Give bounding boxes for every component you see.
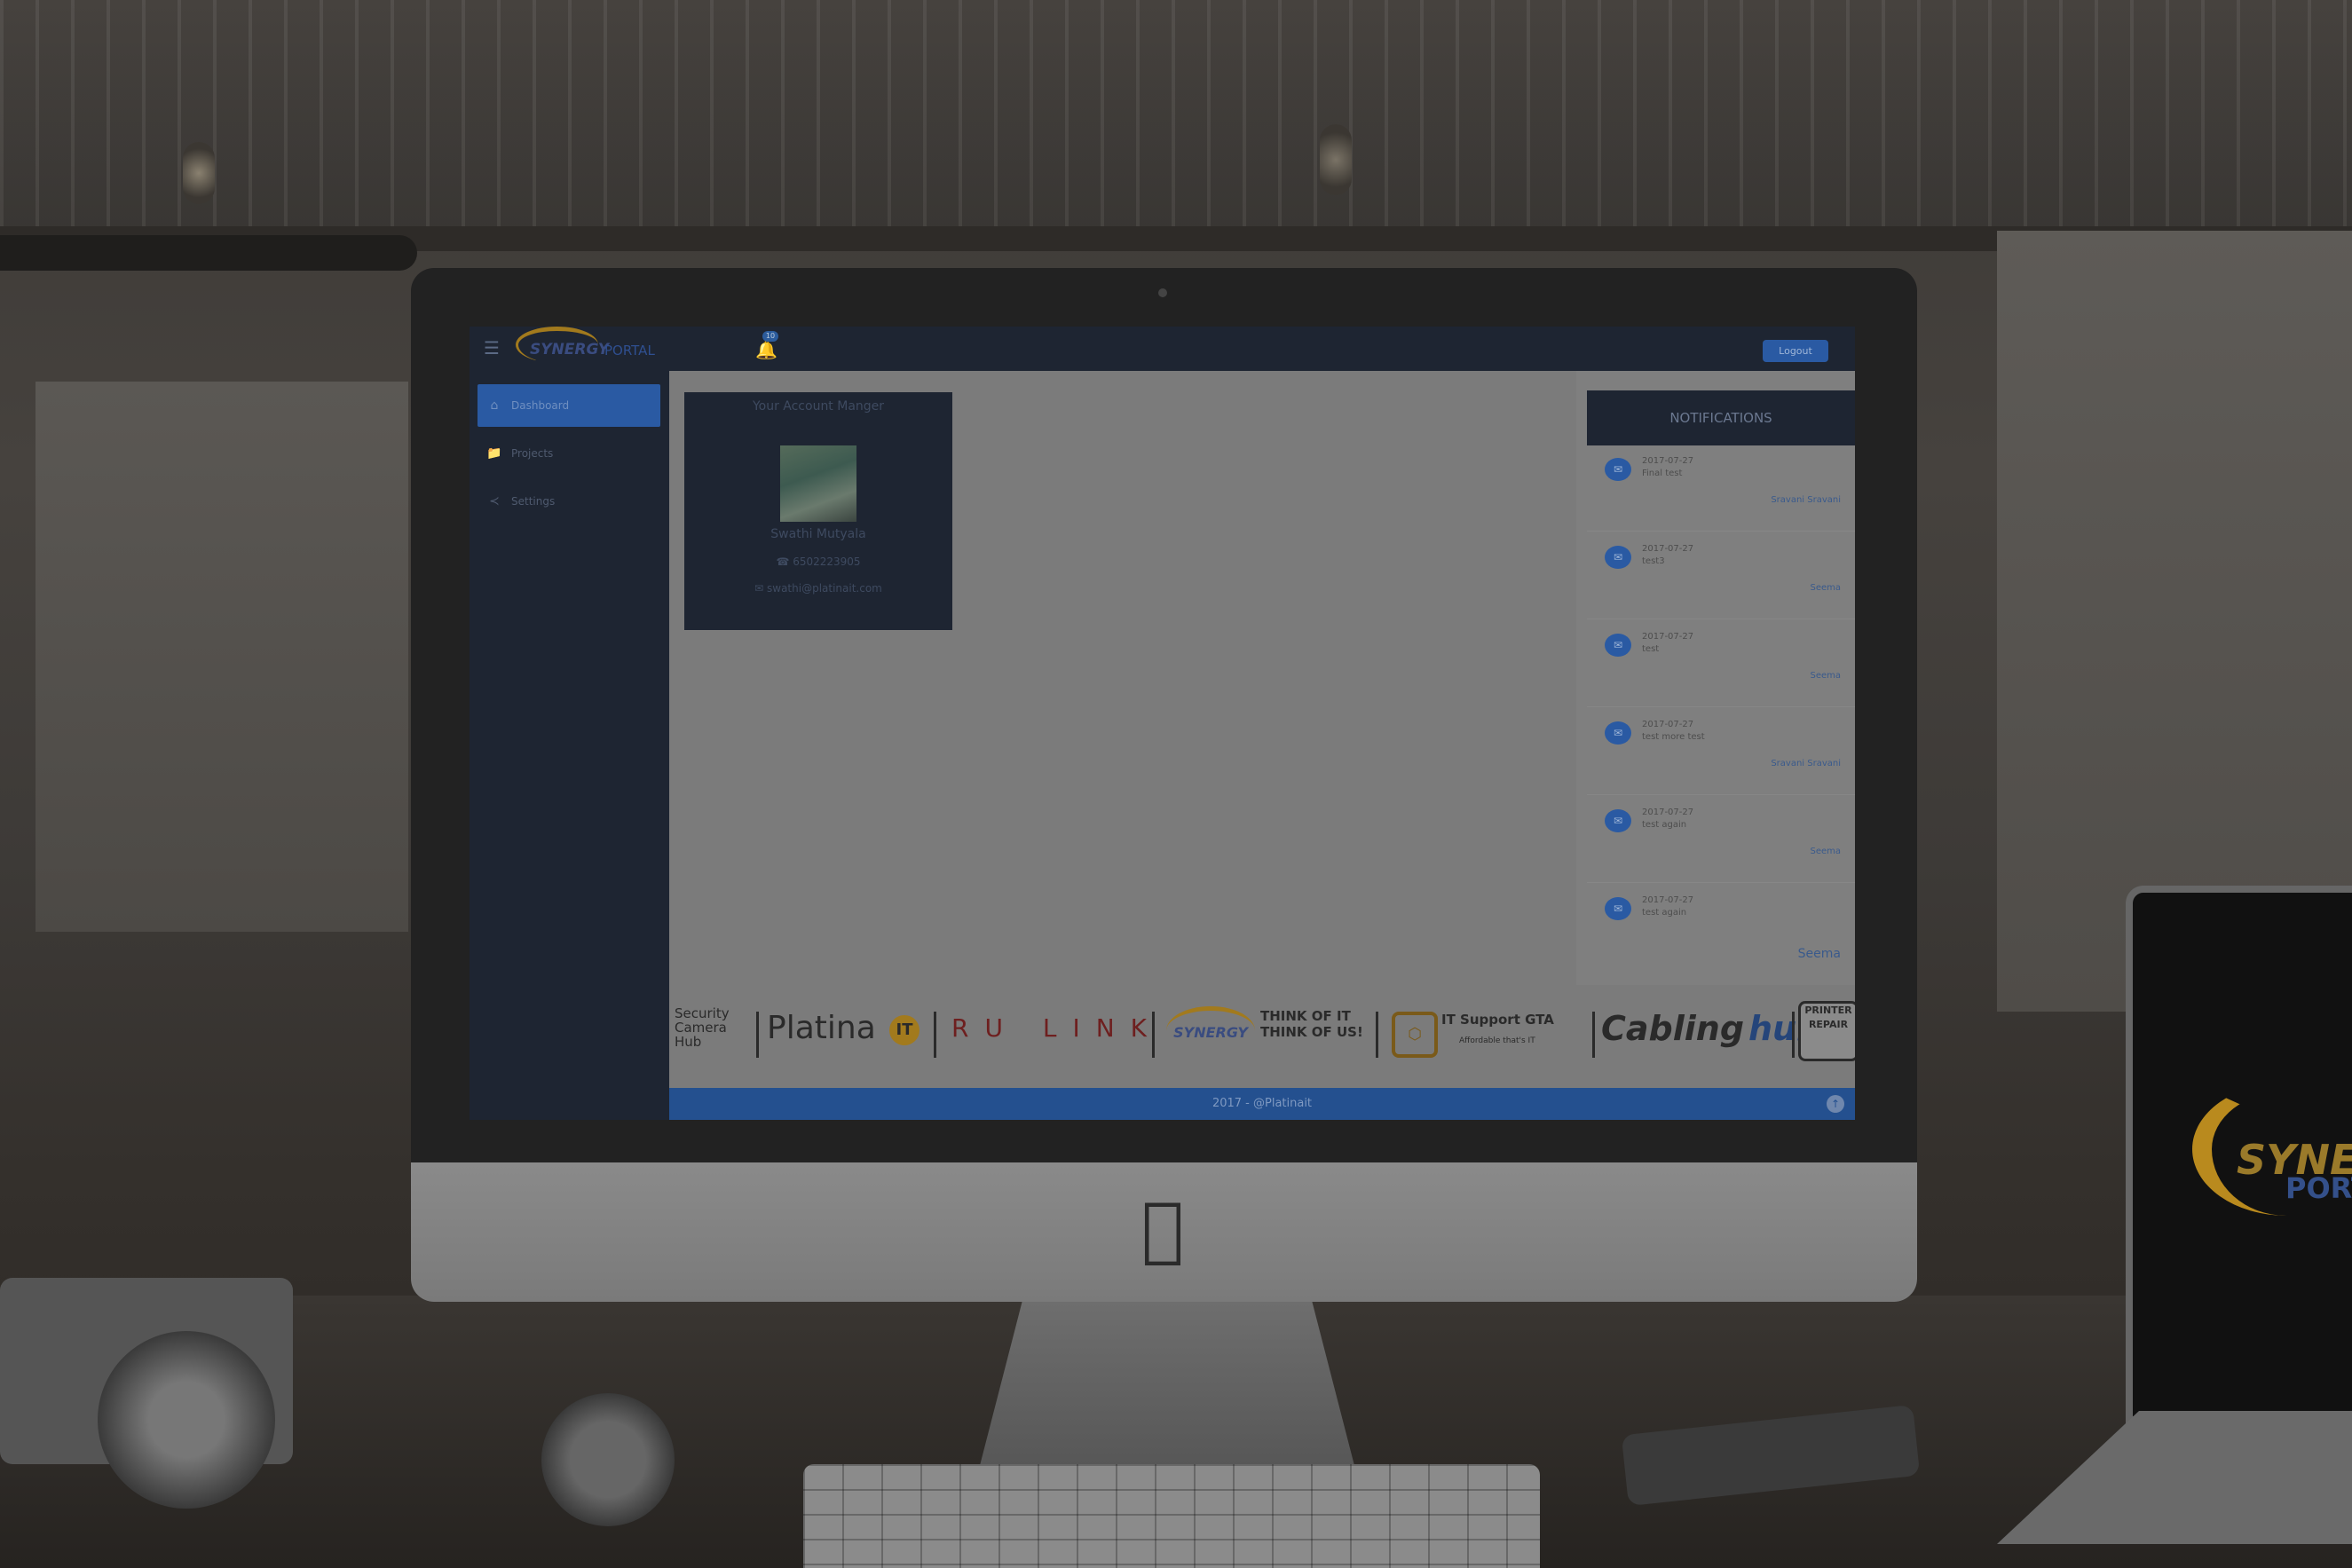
hamburger-menu-icon[interactable]: ☰ [484,339,501,357]
share-icon: ≺ [489,494,500,508]
notification-date: 2017-07-27 [1642,632,1694,642]
camera-lens [98,1331,275,1509]
notification-item[interactable]: ✉ 2017-07-27 test again Seema [1587,885,1855,970]
hexagon-logo-icon: ⬡ [1392,1012,1438,1058]
sidebar-item-label: Dashboard [511,399,570,412]
notification-date: 2017-07-27 [1642,456,1694,466]
brand-rulink[interactable]: RU LINK [951,985,1163,1072]
brand-divider [1592,1012,1595,1058]
account-manager-title: Your Account Manger [752,399,885,414]
comment-icon: ✉ [1605,634,1631,657]
brand-platina-badge: IT [889,1015,919,1045]
account-manager-avatar [780,445,856,522]
partner-brands-bar: Security Camera Hub Platina IT RU LINK S… [669,985,1855,1072]
sidebar-item-projects[interactable]: 📁 Projects [478,432,660,475]
pendant-lamp [183,142,215,204]
notification-author: Seema [1797,947,1841,961]
brand-printer-repair[interactable]: PRINTER REPAIR [1798,1001,1855,1061]
brand-platina[interactable]: Platina [767,985,876,1072]
comment-icon: ✉ [1605,546,1631,569]
comment-icon: ✉ [1605,458,1631,481]
notification-author: Sravani Sravani [1771,759,1841,768]
notification-item[interactable]: ✉ 2017-07-27 Final test Sravani Sravani [1587,445,1855,532]
notification-item[interactable]: ✉ 2017-07-27 test more test Sravani Srav… [1587,709,1855,795]
hanging-light [0,235,417,271]
notification-text: test [1642,644,1660,654]
brand-think-of-it: THINK OF IT THINK OF US! [1260,1008,1363,1040]
brand-divider [756,1012,759,1058]
top-navbar: ☰ SYNERGY PORTAL 🔔 10 Logout [470,327,1855,371]
brand-synergy[interactable]: SYNERGY [1166,1006,1255,1055]
imac-stand [976,1302,1358,1479]
webcam [1158,288,1167,297]
notification-author: Seema [1810,583,1841,593]
brand-divider [1376,1012,1378,1058]
main-content: Your Account Manger Swathi Mutyala ☎ 650… [669,371,1855,1072]
scroll-up-icon[interactable]: ↑ [1827,1095,1844,1113]
notification-text: test again [1642,908,1687,918]
notification-item[interactable]: ✉ 2017-07-27 test again Seema [1587,797,1855,883]
notification-author: Sravani Sravani [1771,495,1841,505]
laptop-logo-sub: PORT [2285,1171,2352,1205]
account-manager-phone[interactable]: ☎ 6502223905 [684,555,952,568]
account-manager-card: Your Account Manger Swathi Mutyala ☎ 650… [684,392,952,630]
notification-text: test more test [1642,732,1705,742]
notification-badge: 10 [762,331,778,342]
notification-date: 2017-07-27 [1642,720,1694,729]
notification-item[interactable]: ✉ 2017-07-27 test3 Seema [1587,533,1855,619]
notification-text: test again [1642,820,1687,830]
account-manager-email[interactable]: ✉ swathi@platinait.com [684,582,952,595]
brand-security-camera-hub[interactable]: Security Camera Hub [675,1006,754,1060]
notification-date: 2017-07-27 [1642,544,1694,554]
home-icon: ⌂ [490,398,499,413]
pendant-lamp [1320,124,1352,195]
notifications-heading: NOTIFICATIONS [1587,390,1855,445]
notification-author: Seema [1810,847,1841,856]
bell-icon[interactable]: 🔔 [755,339,777,360]
comment-icon: ✉ [1605,897,1631,920]
notification-text: Final test [1642,469,1683,478]
app-screen: ☰ SYNERGY PORTAL 🔔 10 Logout ⌂ Dashboard … [470,327,1855,1120]
account-manager-name: Swathi Mutyala [770,527,866,541]
brand-cabling[interactable]: Cabling [1601,985,1744,1072]
logo-subtext: PORTAL [604,343,655,359]
brand-divider [934,1012,936,1058]
footer: 2017 - @Platinait ↑ [669,1088,1855,1120]
wristwatch [541,1393,675,1526]
folder-icon: 📁 [486,446,502,461]
sidebar-item-label: Settings [511,495,556,508]
comment-icon: ✉ [1605,809,1631,832]
apple-logo-icon:  [1127,1189,1198,1269]
brand-divider [1792,1012,1795,1058]
sidebar-item-dashboard[interactable]: ⌂ Dashboard [478,384,660,427]
notification-date: 2017-07-27 [1642,808,1694,817]
keyboard [803,1464,1540,1568]
footer-copyright: 2017 - @Platinait [1212,1097,1313,1110]
sidebar-item-label: Projects [511,447,554,460]
notification-date: 2017-07-27 [1642,895,1694,905]
notifications-panel: NOTIFICATIONS ✉ 2017-07-27 Final test Sr… [1576,371,1855,1003]
notification-text: test3 [1642,556,1665,566]
sidebar: ⌂ Dashboard 📁 Projects ≺ Settings [470,371,669,1120]
sidebar-item-settings[interactable]: ≺ Settings [478,480,660,523]
notification-item[interactable]: ✉ 2017-07-27 test Seema [1587,621,1855,707]
logo-text[interactable]: SYNERGY [530,341,609,359]
notification-author: Seema [1810,671,1841,681]
comment-icon: ✉ [1605,721,1631,745]
ceiling [0,0,2352,231]
brand-divider [1152,1012,1155,1058]
logout-button[interactable]: Logout [1763,340,1828,362]
window [36,382,408,932]
